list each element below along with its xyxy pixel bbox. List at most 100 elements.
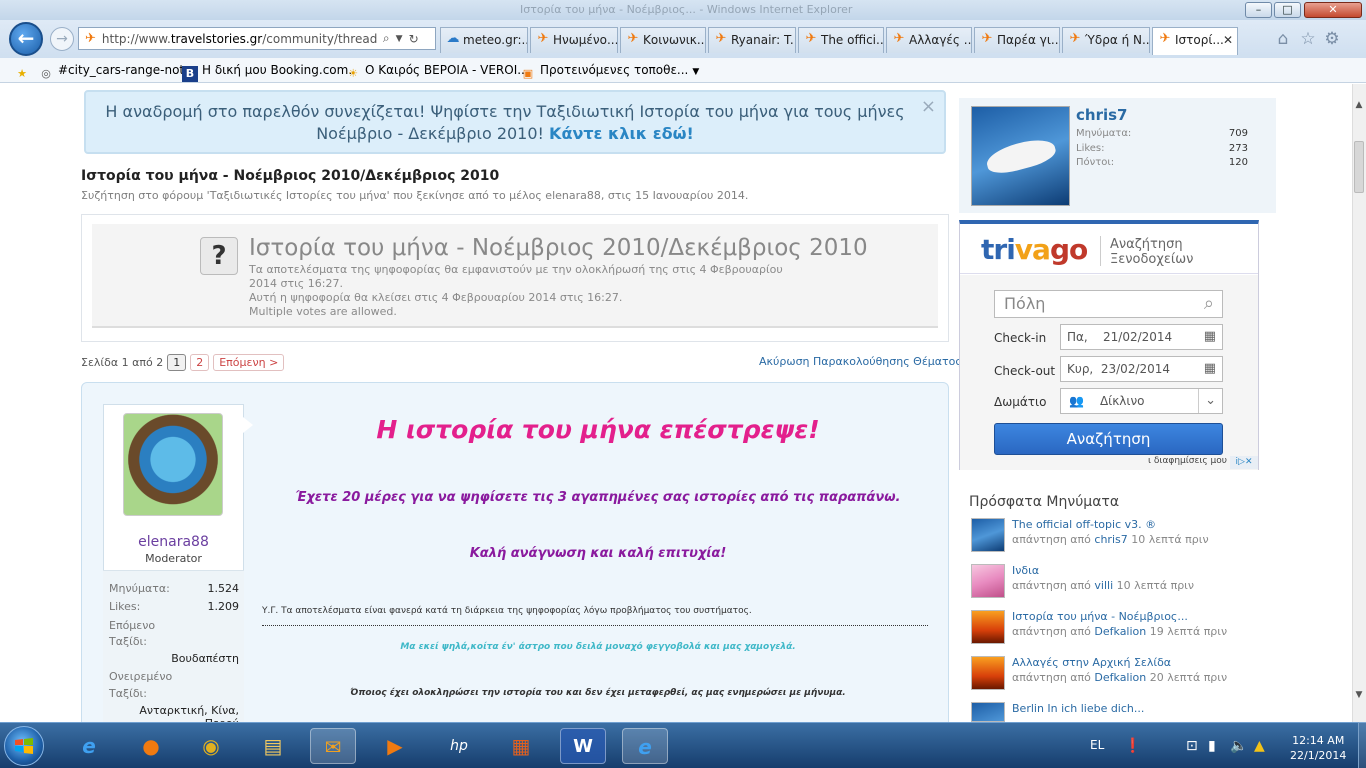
- tab-official[interactable]: ✈ The offici...: [798, 27, 884, 53]
- recent-thumb[interactable]: [971, 518, 1005, 552]
- scroll-up-icon[interactable]: ▲: [1352, 100, 1366, 110]
- checkout-field[interactable]: Κυρ, 23/02/2014 ▦: [1060, 356, 1223, 382]
- show-desktop-button[interactable]: [1358, 722, 1366, 768]
- minimize-button[interactable]: –: [1245, 2, 1272, 18]
- system-clock[interactable]: 12:14 AM 22/1/2014: [1290, 733, 1346, 763]
- forward-button[interactable]: →: [50, 27, 74, 51]
- refresh-icon[interactable]: ↻: [409, 32, 419, 46]
- firefox-taskbar-icon[interactable]: ●: [128, 728, 174, 764]
- plane-icon: ✈: [1159, 31, 1171, 46]
- poster-likes: Likes: 1.209: [109, 600, 239, 613]
- address-bar[interactable]: ✈ http://www.travelstories.gr/community/…: [78, 27, 436, 50]
- post-heading: Η ιστορία του μήνα επέστρεψε!: [376, 415, 820, 444]
- recent-meta: απάντηση από Defkalion 20 λεπτά πριν: [1012, 671, 1228, 684]
- tab-changes[interactable]: ✈ Αλλαγές ...: [886, 27, 972, 53]
- people-icon: 👥: [1069, 394, 1084, 408]
- plane-icon: ✈: [981, 31, 993, 46]
- recent-thumb[interactable]: [971, 610, 1005, 644]
- booking-icon: B: [182, 66, 198, 82]
- address-url[interactable]: http://www.travelstories.gr/community/th…: [102, 32, 377, 46]
- dream-trip-label-2: Ταξίδι:: [109, 687, 147, 700]
- close-notice-icon[interactable]: ×: [921, 96, 936, 118]
- favorites-star-icon[interactable]: ☆: [1297, 28, 1319, 50]
- language-indicator[interactable]: EL: [1090, 738, 1104, 752]
- user-name[interactable]: chris7: [1076, 106, 1127, 124]
- recent-title[interactable]: Ιστορία του μήνα - Νοέμβριος...: [1012, 610, 1188, 623]
- trivago-separator: [1100, 236, 1101, 266]
- back-button[interactable]: ←: [9, 22, 43, 56]
- chrome-taskbar-icon[interactable]: ◉: [188, 728, 234, 764]
- post-final: Όποιος έχει ολοκληρώσει την ιστορία του …: [350, 688, 846, 698]
- recent-thumb[interactable]: [971, 564, 1005, 598]
- office-taskbar-icon[interactable]: ▦: [498, 728, 544, 764]
- signal-icon[interactable]: ▮: [1208, 738, 1216, 754]
- folder-taskbar-icon[interactable]: ▤: [250, 728, 296, 764]
- chevron-down-icon[interactable]: ⌄: [1198, 389, 1216, 413]
- search-icon[interactable]: ⌕: [1204, 291, 1214, 317]
- checkin-field[interactable]: Πα, 21/02/2014 ▦: [1060, 324, 1223, 350]
- calendar-icon[interactable]: ▦: [1204, 325, 1216, 349]
- search-icon[interactable]: ⌕: [383, 31, 390, 46]
- tab-united[interactable]: ✈ Ηνωμένο...: [530, 27, 618, 53]
- poster-name[interactable]: elenara88: [103, 534, 244, 550]
- ad-choices-icon[interactable]: i▷✕: [1230, 456, 1258, 469]
- trivago-tagline: Αναζήτηση Ξενοδοχείων: [1110, 237, 1194, 267]
- fav-city-cars[interactable]: ◎ #city_cars-range-note: [38, 62, 191, 82]
- tab-hydra[interactable]: ✈ Ύδρα ή Ν...: [1062, 27, 1150, 53]
- word-taskbar-icon[interactable]: W: [560, 728, 606, 764]
- fav-weather[interactable]: ☀ Ο Καιρός ΒΕΡΟΙΑ - VEROI...: [345, 62, 529, 82]
- hp-taskbar-icon[interactable]: hp: [436, 728, 482, 764]
- post-quote: Μα εκεί ψηλά,κοίτα έν' άστρο που δειλά μ…: [400, 642, 796, 652]
- maximize-button[interactable]: □: [1274, 2, 1301, 18]
- ie-active-taskbar-icon[interactable]: e: [622, 728, 668, 764]
- tab-meteo[interactable]: ☁ meteo.gr:...: [440, 27, 528, 53]
- thread-description: Συζήτηση στο φόρουμ 'Ταξιδιωτικές Ιστορί…: [81, 189, 749, 202]
- windows-logo-icon: [15, 738, 33, 754]
- tab-ryanair[interactable]: ✈ Ryanair: T...: [708, 27, 796, 53]
- dropdown-icon[interactable]: ▼: [396, 34, 403, 44]
- recent-thumb[interactable]: [971, 656, 1005, 690]
- unwatch-thread-link[interactable]: Ακύρωση Παρακολούθησης Θέματος: [759, 355, 962, 368]
- tab-social[interactable]: ✈ Κοινωνικ...: [620, 27, 706, 53]
- recent-title[interactable]: The official off-topic v3. ®: [1012, 518, 1156, 531]
- recent-title[interactable]: Ινδια: [1012, 564, 1039, 577]
- city-input[interactable]: Πόλη ⌕: [994, 290, 1223, 318]
- page-1-button[interactable]: 1: [167, 354, 187, 371]
- recent-messages-heading: Πρόσφατα Μηνύματα: [969, 494, 1120, 510]
- close-window-button[interactable]: ✕: [1304, 2, 1362, 18]
- post-line-1: Έχετε 20 μέρες για να ψηφίσετε τις 3 αγα…: [295, 490, 901, 505]
- user-avatar[interactable]: [971, 106, 1070, 206]
- ie-taskbar-icon[interactable]: e: [66, 728, 112, 764]
- room-select[interactable]: 👥 Δίκλινο ⌄: [1060, 388, 1223, 414]
- outlook-taskbar-icon[interactable]: ✉: [310, 728, 356, 764]
- window-title: Ιστορία του μήνα - Νοέμβριος... - Window…: [520, 3, 853, 16]
- scroll-thumb[interactable]: [1354, 141, 1364, 193]
- home-icon[interactable]: ⌂: [1272, 28, 1294, 50]
- tab-story-active[interactable]: ✈ Ιστορί... ✕: [1152, 27, 1238, 55]
- drive-icon[interactable]: ▲: [1254, 738, 1265, 754]
- recent-thumb[interactable]: [971, 702, 1005, 722]
- recent-title[interactable]: Αλλαγές στην Αρχική Σελίδα: [1012, 656, 1171, 669]
- ad-choices-text[interactable]: ι διαφημίσεις μου: [1148, 456, 1227, 466]
- scroll-down-icon[interactable]: ▼: [1352, 690, 1366, 700]
- page-2-button[interactable]: 2: [190, 354, 210, 371]
- volume-icon[interactable]: 🔈: [1230, 738, 1247, 754]
- tab-company[interactable]: ✈ Παρέα γι...: [974, 27, 1060, 53]
- media-player-taskbar-icon[interactable]: ▶: [372, 728, 418, 764]
- trivago-logo[interactable]: trivago: [981, 233, 1088, 266]
- fav-booking[interactable]: BΗ δική μου Booking.com.: [182, 62, 352, 82]
- next-page-button[interactable]: Επόμενη >: [213, 354, 285, 371]
- favorites-star-add[interactable]: ★: [14, 62, 34, 82]
- car-icon: ◎: [41, 67, 51, 80]
- close-tab-icon[interactable]: ✕: [1223, 28, 1233, 52]
- network-icon[interactable]: ⊡: [1186, 738, 1198, 754]
- action-center-icon[interactable]: ❗: [1124, 738, 1141, 754]
- recent-title[interactable]: Berlin In ich liebe dich...: [1012, 702, 1144, 715]
- calendar-icon[interactable]: ▦: [1204, 357, 1216, 381]
- avatar[interactable]: [123, 413, 223, 516]
- notice-link[interactable]: Κάντε κλικ εδώ!: [549, 124, 694, 143]
- trivago-search-button[interactable]: Αναζήτηση: [994, 423, 1223, 455]
- post-note: Υ.Γ. Τα αποτελέσματα είναι φανερά κατά τ…: [262, 606, 752, 616]
- gear-icon[interactable]: ⚙: [1321, 28, 1343, 50]
- fav-suggested[interactable]: ▣ Προτεινόμενες τοποθε... ▼: [520, 62, 700, 82]
